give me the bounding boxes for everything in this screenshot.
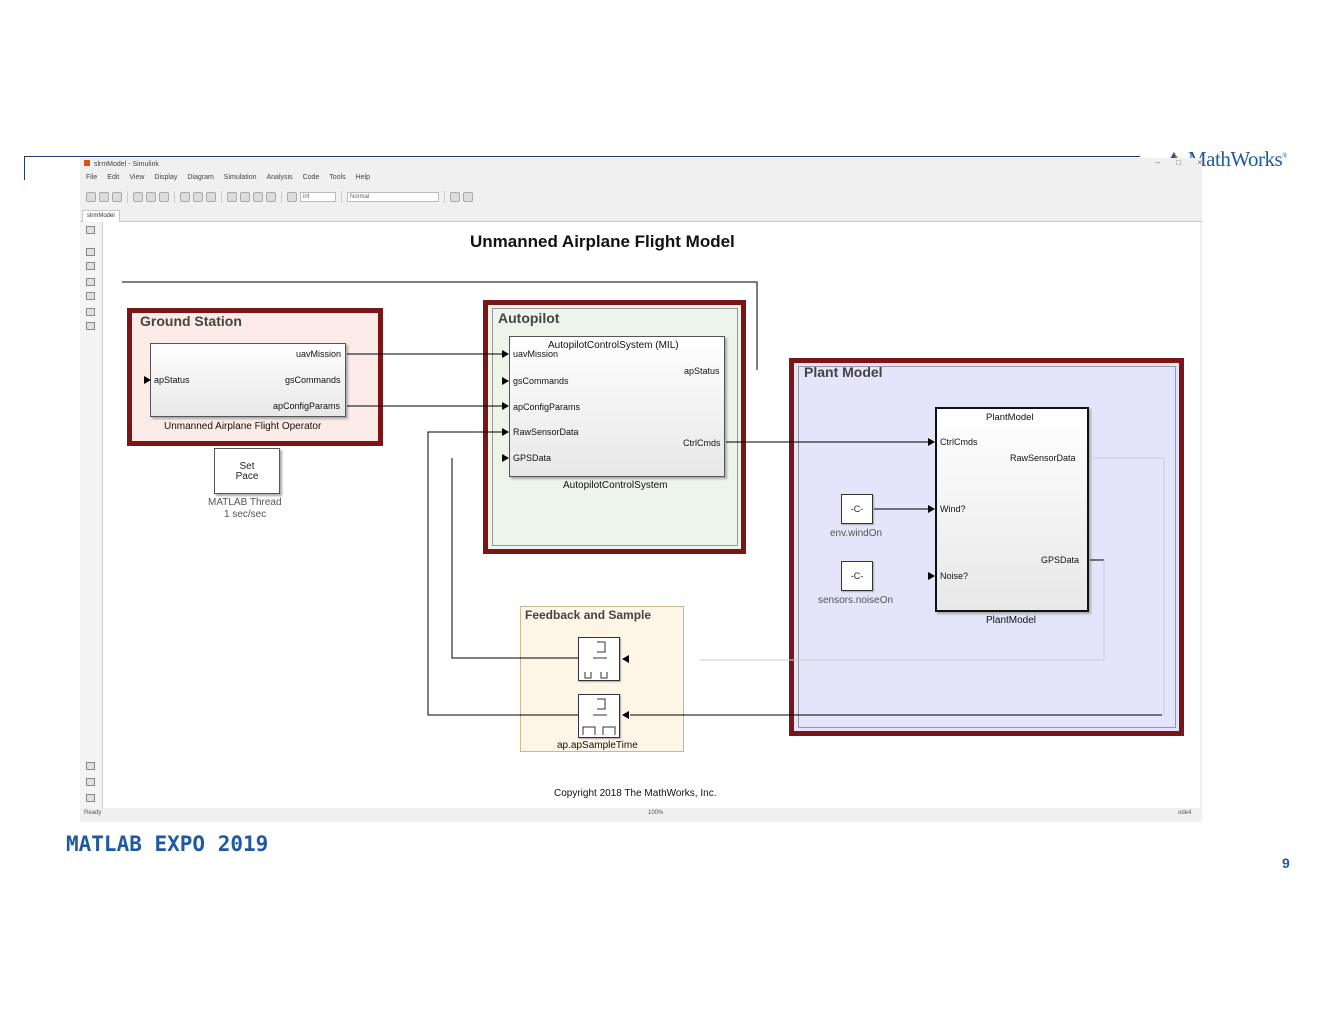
signal-rawsensor-to-autopilot — [427, 431, 578, 716]
signal-lines — [122, 281, 1165, 716]
signal-gps-faint — [700, 560, 1105, 661]
copyright-note: Copyright 2018 The MathWorks, Inc. — [554, 788, 717, 799]
signal-apstatus-loop — [122, 281, 758, 370]
signal-gps-feedback — [451, 458, 578, 659]
signal-rawsensor-faint — [1090, 457, 1165, 715]
